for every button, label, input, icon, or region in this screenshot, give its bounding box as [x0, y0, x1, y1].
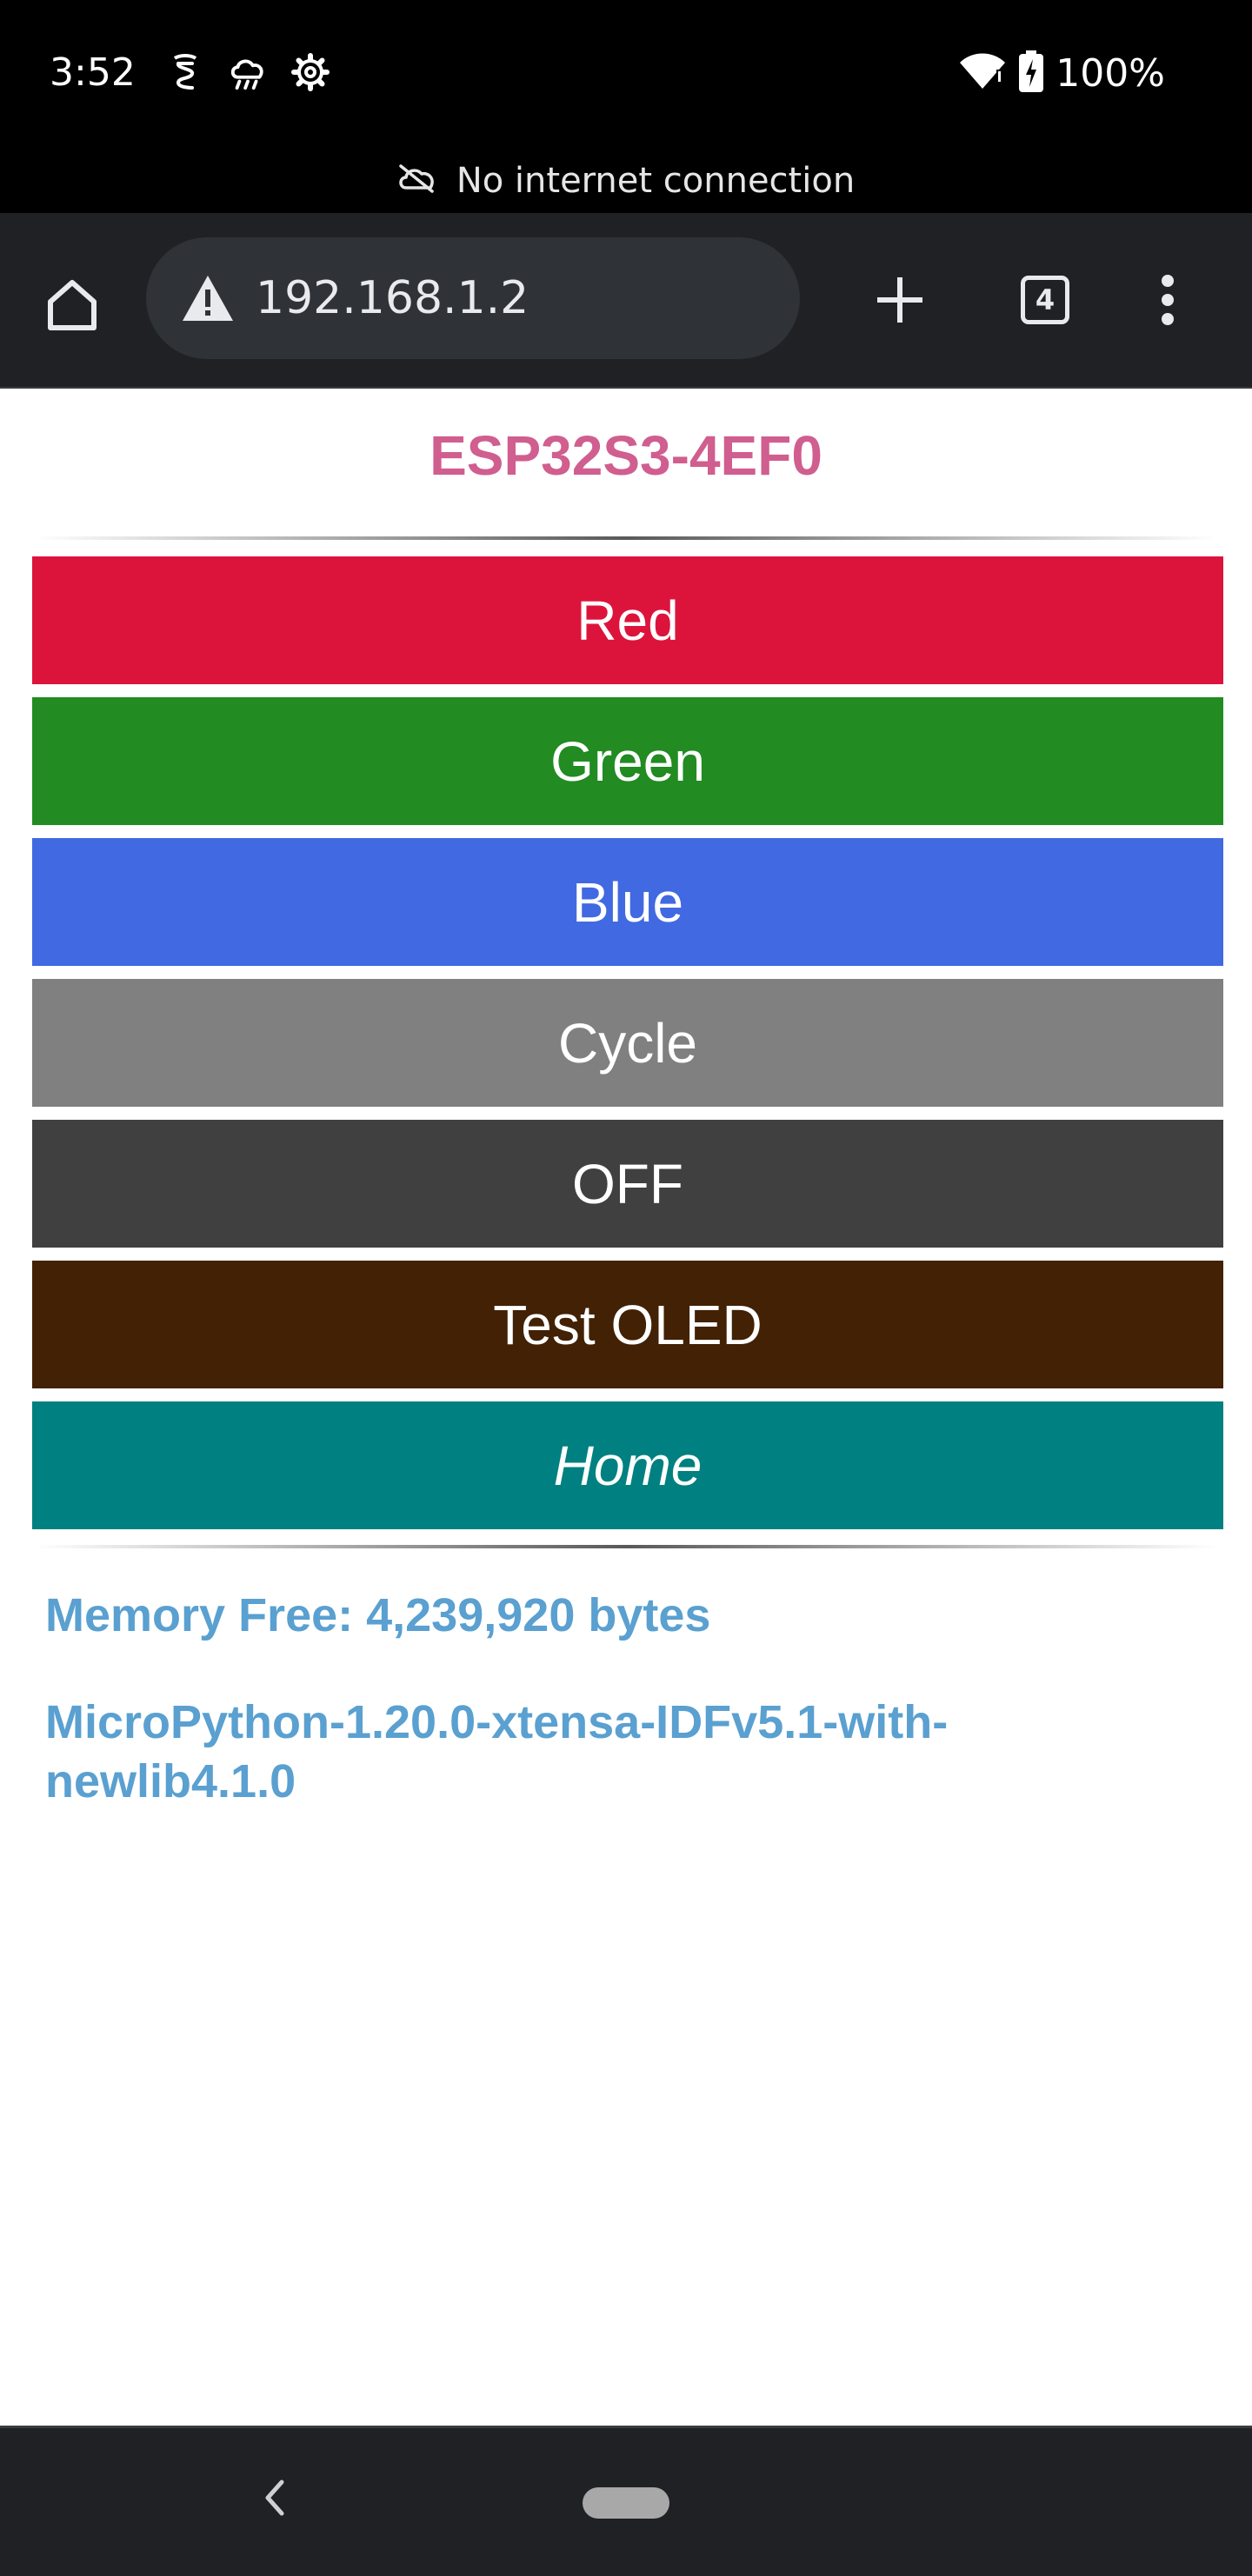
back-button[interactable] [248, 2472, 300, 2524]
address-bar[interactable]: 192.168.1.2 [146, 237, 800, 359]
blue-button[interactable]: Blue [32, 838, 1223, 966]
settings-gear-icon [290, 52, 330, 92]
status-right: 100% [958, 50, 1165, 97]
home-gesture-pill[interactable] [583, 2487, 669, 2519]
firmware-version-text: MicroPython-1.20.0-xtensa-IDFv5.1-with-n… [45, 1696, 949, 1807]
battery-percent: 100% [1056, 50, 1165, 96]
wifi-icon [958, 52, 1007, 95]
web-page: ESP32S3-4EF0 Red Green Blue Cycle OFF Te… [0, 389, 1252, 2426]
divider [35, 536, 1217, 540]
status-left-icons [165, 52, 330, 92]
device-title: ESP32S3-4EF0 [430, 424, 822, 487]
browser-toolbar: 192.168.1.2 4 [0, 213, 1252, 389]
plus-icon [877, 277, 922, 323]
connectivity-banner: No internet connection [0, 148, 1252, 213]
status-bar: 3:52 100% [0, 0, 1252, 148]
new-tab-button[interactable] [861, 261, 939, 339]
home-button[interactable] [35, 267, 110, 342]
home-link-button[interactable]: Home [32, 1401, 1223, 1529]
chevron-left-icon [265, 2479, 284, 2516]
home-icon [48, 280, 97, 330]
cloud-rain-icon [228, 52, 268, 92]
cycle-button[interactable]: Cycle [32, 979, 1223, 1107]
memory-free-text: Memory Free: 4,239,920 bytes [45, 1589, 711, 1641]
system-nav-bar [0, 2426, 1252, 2576]
green-button[interactable]: Green [32, 697, 1223, 825]
red-button[interactable]: Red [32, 556, 1223, 684]
cloud-off-icon [397, 163, 437, 197]
divider [35, 1545, 1217, 1548]
off-button[interactable]: OFF [32, 1120, 1223, 1248]
warning-triangle-icon[interactable] [177, 268, 238, 329]
status-time: 3:52 [50, 50, 136, 95]
connectivity-text: No internet connection [456, 160, 856, 201]
battery-charging-icon [1019, 50, 1044, 97]
tab-count: 4 [1021, 276, 1069, 324]
tab-switcher-button[interactable]: 4 [1006, 261, 1084, 339]
menu-button[interactable] [1129, 261, 1207, 339]
control-buttons: Red Green Blue Cycle OFF Test OLED Home [32, 556, 1223, 1542]
more-vertical-icon [1162, 275, 1174, 325]
test-oled-button[interactable]: Test OLED [32, 1261, 1223, 1388]
url-text[interactable]: 192.168.1.2 [256, 272, 529, 324]
rider-icon [165, 52, 205, 92]
